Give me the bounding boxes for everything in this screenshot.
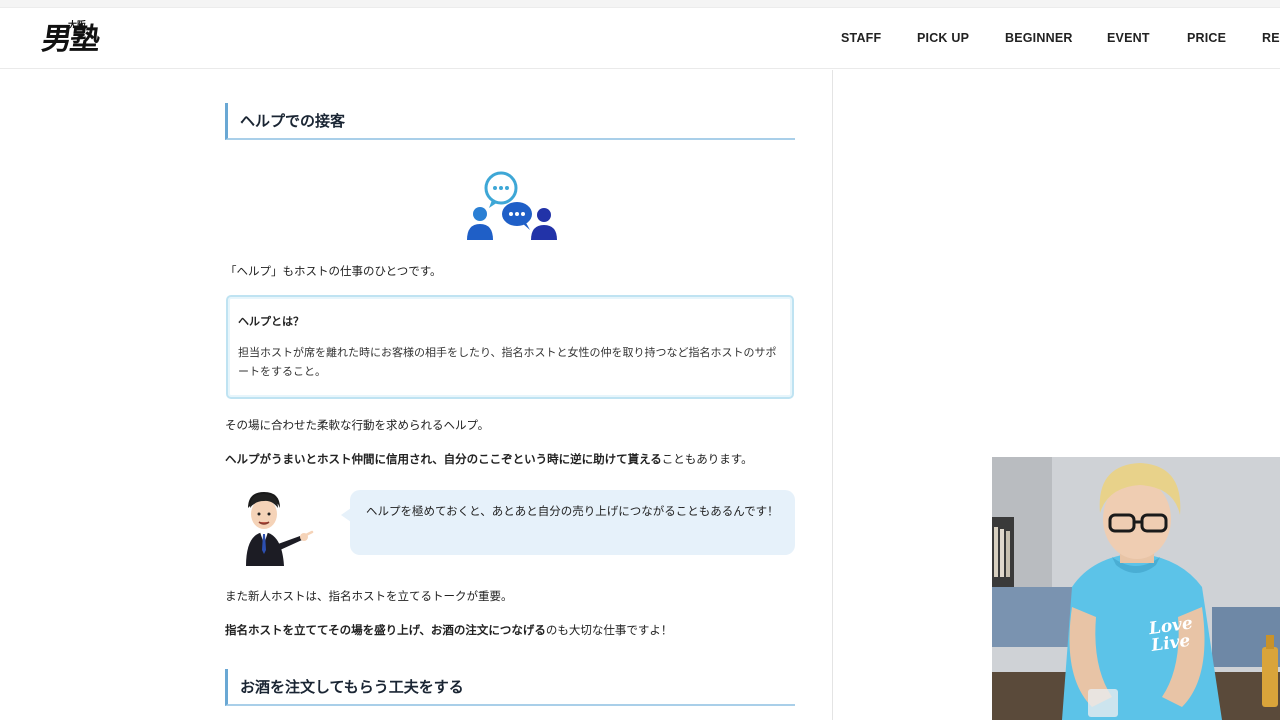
paragraph-trust-rest: こともあります。 <box>661 452 753 466</box>
definition-body: 担当ホストが席を離れた時にお客様の相手をしたり、指名ホストと女性の仲を取り持つな… <box>238 346 777 378</box>
sidebar-divider <box>832 70 833 720</box>
paragraph-role-rest: のも大切な仕事ですよ！ <box>545 623 673 637</box>
webcam-overlay: Love Live <box>992 457 1280 720</box>
nav-event[interactable]: EVENT <box>1107 31 1150 45</box>
webcam-feed-image <box>992 457 1280 720</box>
nav-beginner[interactable]: BEGINNER <box>1005 31 1073 45</box>
browser-top-strip <box>0 0 1280 8</box>
site-header: 大阪 男塾 STAFF PICK UP BEGINNER EVENT PRICE… <box>0 8 1280 69</box>
paragraph-trust: ヘルプがうまいとホスト仲間に信用され、自分のここぞという時に逆に助けて貰えること… <box>225 450 753 468</box>
paragraph-flexible: その場に合わせた柔軟な行動を求められるヘルプ。 <box>225 418 490 432</box>
section-heading-drinks: お酒を注文してもらう工夫をする <box>225 669 795 706</box>
nav-staff[interactable]: STAFF <box>841 31 881 45</box>
definition-title: ヘルプとは？ <box>238 315 304 328</box>
intro-text: 「ヘルプ」もホストの仕事のひとつです。 <box>225 264 442 278</box>
paragraph-trust-bold: ヘルプがうまいとホスト仲間に信用され、自分のここぞという時に逆に助けて貰える <box>225 452 662 466</box>
speech-bubble: ヘルプを極めておくと、あとあと自分の売り上げにつながることもあるんです！ <box>350 490 795 555</box>
paragraph-role: 指名ホストを立ててその場を盛り上げ、お酒の注文につなげるのも大切な仕事ですよ！ <box>225 621 672 639</box>
host-avatar <box>246 492 314 566</box>
paragraph-role-bold: 指名ホストを立ててその場を盛り上げ、お酒の注文につなげる <box>225 623 546 637</box>
nav-price[interactable]: PRICE <box>1187 31 1226 45</box>
conversation-icon <box>467 171 557 240</box>
section-heading-help: ヘルプでの接客 <box>225 103 795 140</box>
nav-pickup[interactable]: PICK UP <box>917 31 969 45</box>
paragraph-talk: また新人ホストは、指名ホストを立てるトークが重要。 <box>225 589 513 603</box>
main-nav: STAFF PICK UP BEGINNER EVENT PRICE REC <box>0 31 1280 51</box>
definition-box: ヘルプとは？ 担当ホストが席を離れた時にお客様の相手をしたり、指名ホストと女性の… <box>226 295 794 399</box>
nav-recruit[interactable]: REC <box>1262 31 1280 45</box>
